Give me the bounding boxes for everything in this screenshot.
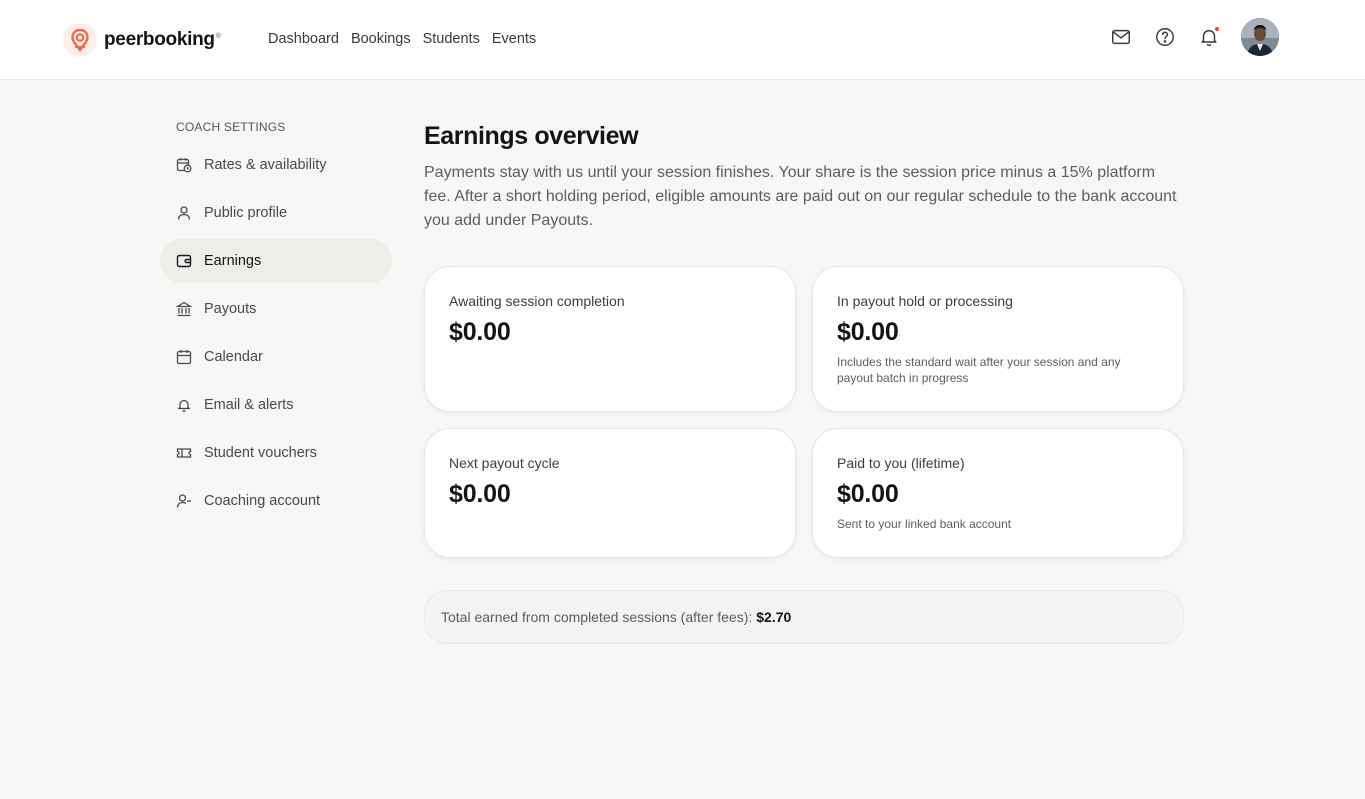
- payout-hold-card: In payout hold or processing $0.00 Inclu…: [812, 266, 1184, 412]
- sidebar-item-rates-availability[interactable]: Rates & availability: [160, 143, 392, 187]
- notification-dot: [1214, 26, 1220, 32]
- top-navigation-bar: peerbooking® Dashboard Bookings Students…: [0, 0, 1365, 80]
- brand-logo[interactable]: peerbooking®: [63, 23, 221, 57]
- card-note: Includes the standard wait after your se…: [837, 355, 1121, 385]
- page-title: Earnings overview: [424, 122, 639, 150]
- bank-icon: [176, 301, 192, 317]
- sidebar-item-payouts[interactable]: Payouts: [160, 287, 392, 331]
- wallet-icon: [176, 253, 192, 269]
- card-value: $0.00: [837, 480, 899, 508]
- lifetime-paid-card: Paid to you (lifetime) $0.00 Sent to you…: [812, 428, 1184, 558]
- brand-name-text: peerbooking: [104, 29, 215, 50]
- total-earned-bar: Total earned from completed sessions (af…: [424, 590, 1184, 644]
- mail-icon[interactable]: [1109, 25, 1133, 49]
- sidebar-item-email-alerts[interactable]: Email & alerts: [160, 383, 392, 427]
- earnings-main: Earnings overview Payments stay with us …: [424, 122, 1184, 644]
- sidebar-item-label: Student vouchers: [204, 445, 317, 461]
- sidebar-item-label: Calendar: [204, 349, 263, 365]
- card-label: Awaiting session completion: [449, 293, 625, 309]
- sidebar-item-label: Payouts: [204, 301, 257, 317]
- sidebar-item-student-vouchers[interactable]: Student vouchers: [160, 431, 392, 475]
- brand-name: peerbooking®: [104, 29, 221, 51]
- sidebar-item-public-profile[interactable]: Public profile: [160, 191, 392, 235]
- nav-dashboard[interactable]: Dashboard: [268, 31, 339, 47]
- card-note: Sent to your linked bank account: [837, 517, 1012, 531]
- card-label: Next payout cycle: [449, 455, 560, 471]
- card-label: In payout hold or processing: [837, 293, 1013, 309]
- total-earned-amount: $2.70: [756, 609, 792, 625]
- brand-registered-mark: ®: [215, 32, 221, 40]
- sidebar-item-label: Rates & availability: [204, 157, 327, 173]
- sidebar-item-label: Earnings: [204, 253, 262, 269]
- total-earned-label: Total earned from completed sessions (af…: [441, 609, 753, 625]
- calendar-clock-icon: [176, 157, 192, 173]
- sidebar-heading: COACH SETTINGS: [176, 120, 286, 134]
- sidebar-item-calendar[interactable]: Calendar: [160, 335, 392, 379]
- nav-events[interactable]: Events: [492, 31, 536, 47]
- bell-icon[interactable]: [1197, 25, 1221, 49]
- earnings-cards: Awaiting session completion $0.00 In pay…: [424, 266, 1184, 558]
- card-value: $0.00: [837, 318, 899, 346]
- nav-bookings[interactable]: Bookings: [351, 31, 411, 47]
- awaiting-completion-card: Awaiting session completion $0.00: [424, 266, 796, 412]
- sidebar-item-earnings[interactable]: Earnings: [160, 239, 392, 283]
- card-label: Paid to you (lifetime): [837, 455, 965, 471]
- header-actions: [1109, 18, 1279, 56]
- logo-mark-icon: [63, 23, 97, 57]
- user-icon: [176, 205, 192, 221]
- calendar-icon: [176, 349, 192, 365]
- nav-students[interactable]: Students: [423, 31, 480, 47]
- settings-sidebar: COACH SETTINGS Rates & availability Publ…: [160, 120, 392, 527]
- sidebar-item-label: Coaching account: [204, 493, 321, 509]
- next-payout-card: Next payout cycle $0.00: [424, 428, 796, 558]
- ticket-icon: [176, 445, 192, 461]
- user-minus-icon: [176, 493, 192, 509]
- card-value: $0.00: [449, 318, 511, 346]
- sidebar-item-label: Public profile: [204, 205, 288, 221]
- bell-icon: [176, 397, 192, 413]
- sidebar-item-label: Email & alerts: [204, 397, 294, 413]
- earnings-intro: Payments stay with us until your session…: [424, 164, 1177, 229]
- help-icon[interactable]: [1153, 25, 1177, 49]
- main-nav: Dashboard Bookings Students Events: [268, 31, 536, 47]
- card-value: $0.00: [449, 480, 511, 508]
- sidebar-item-coaching-account[interactable]: Coaching account: [160, 479, 392, 523]
- avatar[interactable]: [1241, 18, 1279, 56]
